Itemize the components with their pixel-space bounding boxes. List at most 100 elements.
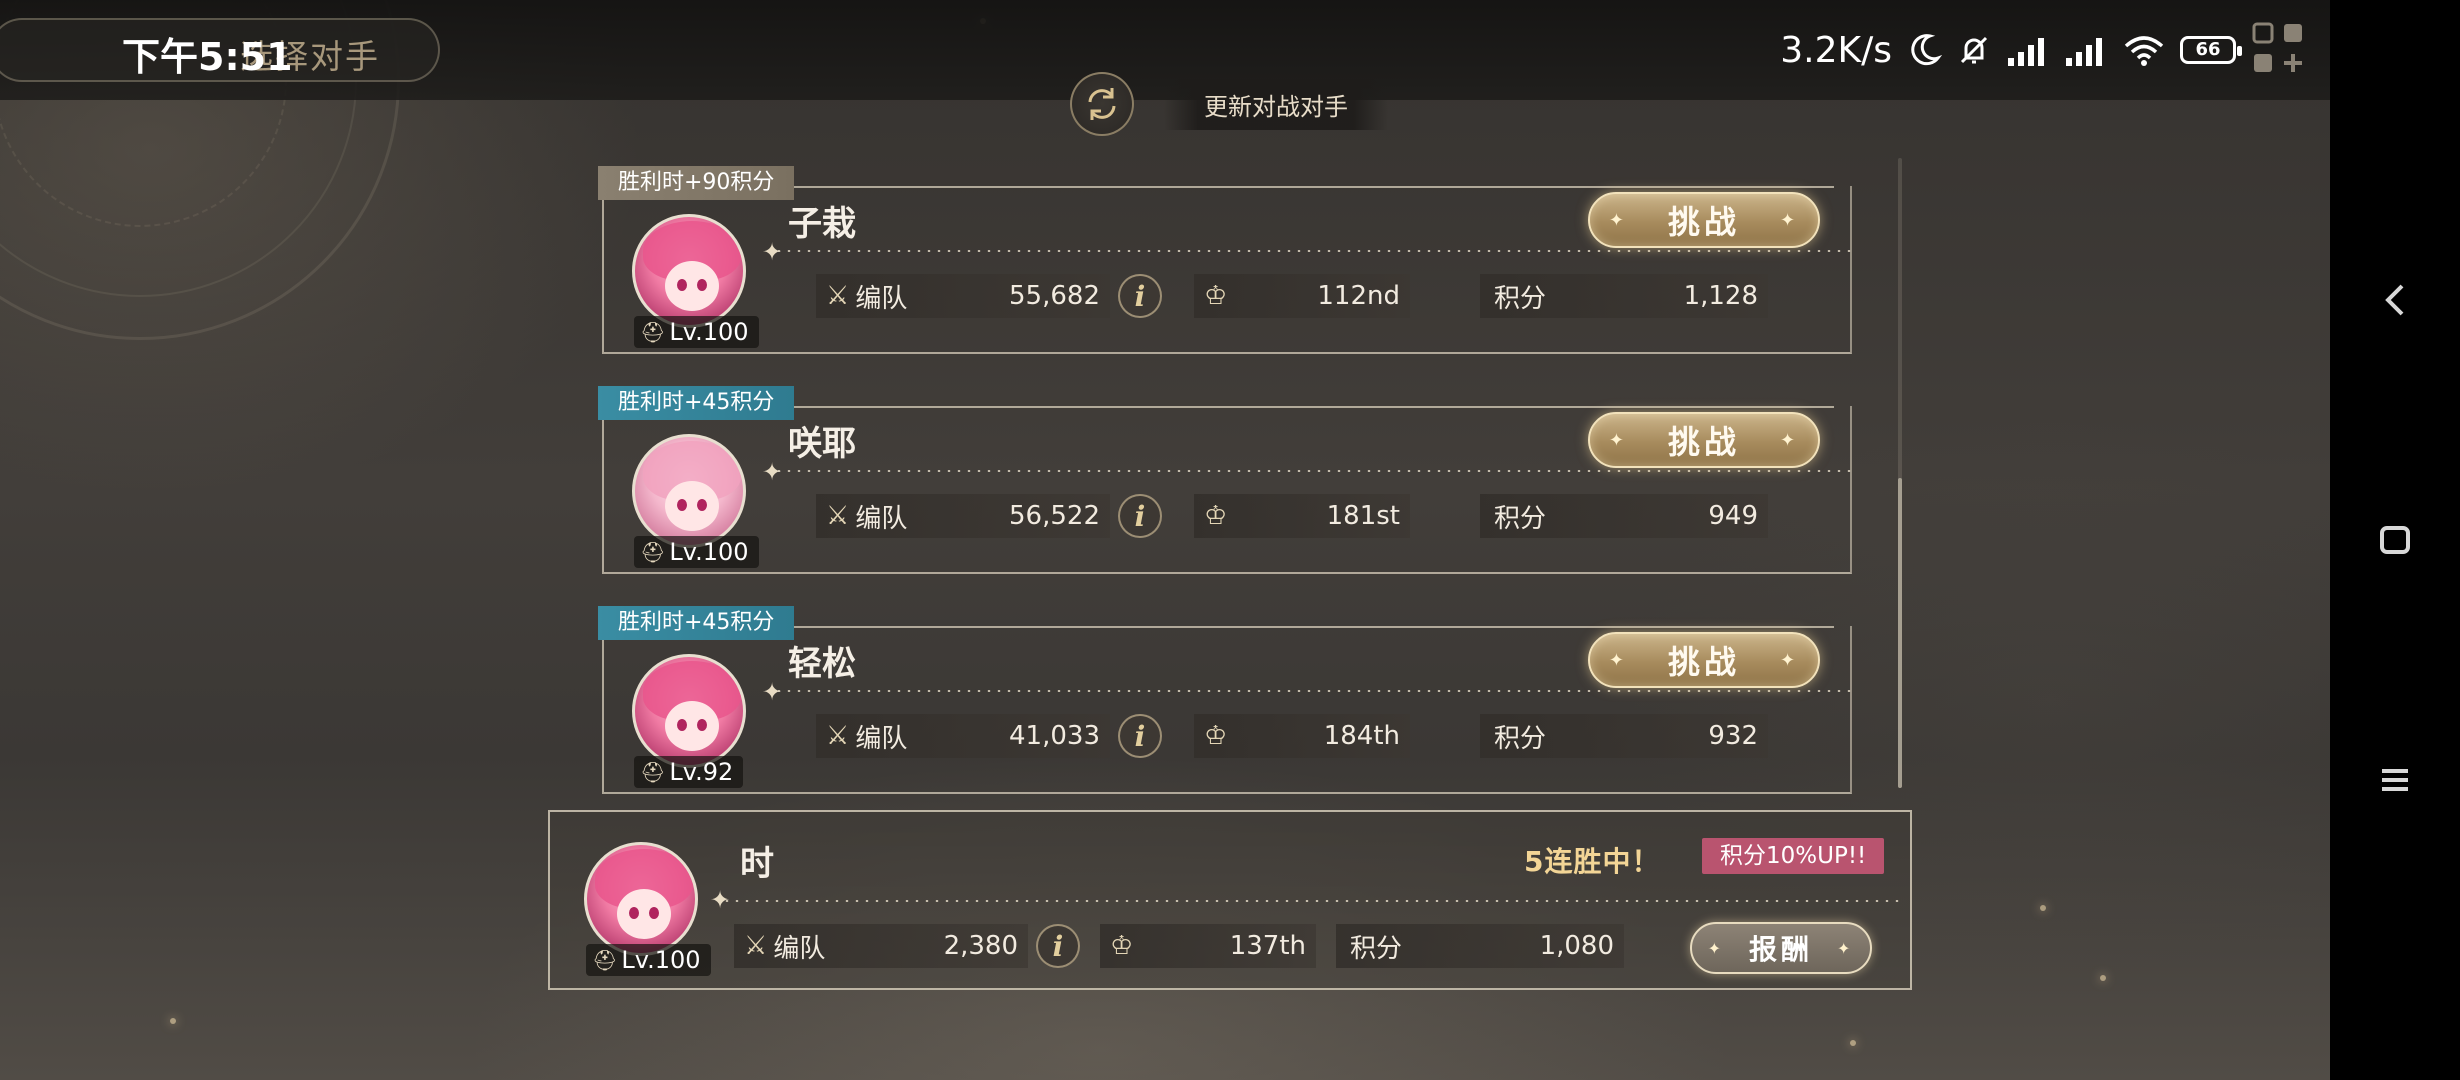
signal-icon-2 [2064, 32, 2108, 68]
level-text: Lv.92 [669, 758, 734, 786]
helmet-icon: ⛑ [640, 760, 666, 784]
team-power-value: 56,522 [1009, 501, 1100, 531]
sparkle-icon: ✦ [1608, 429, 1628, 451]
score-stat: 积分 1,080 [1336, 924, 1624, 968]
dotted-divider [774, 690, 1852, 692]
sparkle-icon: ✦ [1780, 209, 1800, 231]
refresh-icon[interactable] [1070, 72, 1134, 136]
opponent-card: 胜利时+45积分 ⛑ Lv.100 咲耶 ✦ ✦ 挑战 ✦ ⚔ 编队 56,522 i ♔… [598, 386, 1860, 576]
sparkle-icon: ✦ [762, 238, 783, 266]
sparkle-icon: ✦ [762, 458, 783, 486]
rank-value: 112nd [1317, 281, 1400, 311]
win-points-tag: 胜利时+45积分 [598, 386, 795, 420]
team-label: 编队 [773, 933, 826, 964]
crown-icon: ♔ [1204, 281, 1228, 311]
level-text: Lv.100 [621, 946, 701, 974]
scrollbar[interactable] [1898, 158, 1902, 788]
opponent-card: 胜利时+45积分 ⛑ Lv.92 轻松 ✦ ✦ 挑战 ✦ ⚔ 编队 41,033 i ♔ 1… [598, 606, 1860, 796]
score-value: 932 [1708, 721, 1758, 751]
score-label: 积分 [1350, 933, 1403, 964]
crossed-swords-icon: ⚔ [826, 501, 850, 531]
score-stat: 积分 949 [1480, 494, 1768, 538]
info-button[interactable]: i [1036, 924, 1080, 968]
game-screen: 选择对手 下午5:51 3.2K/s 66 更新对战对手 胜利时+90积分 ⛑ … [0, 0, 2330, 1080]
sparkle-icon: ✦ [1707, 938, 1725, 958]
player-name: 时 [740, 844, 774, 884]
sparkle-icon: ✦ [1780, 649, 1800, 671]
rank-stat: ♔ 184th [1194, 714, 1410, 758]
sparkle [2040, 905, 2046, 911]
team-power-value: 41,033 [1009, 721, 1100, 751]
level-text: Lv.100 [669, 318, 749, 346]
refresh-opponents[interactable]: 更新对战对手 [1070, 72, 1388, 136]
challenge-label: 挑战 [1667, 643, 1740, 681]
level-badge: ⛑ Lv.100 [586, 944, 711, 976]
rank-value: 181st [1326, 501, 1400, 531]
rank-stat: ♔ 181st [1194, 494, 1410, 538]
win-points-tag: 胜利时+45积分 [598, 606, 795, 640]
opponent-avatar[interactable] [632, 654, 746, 768]
helmet-icon: ⛑ [592, 948, 618, 972]
team-label: 编队 [855, 723, 908, 754]
helmet-icon: ⛑ [640, 320, 666, 344]
level-badge: ⛑ Lv.92 [634, 756, 744, 788]
level-text: Lv.100 [669, 538, 749, 566]
reward-button[interactable]: ✦ 报酬 ✦ [1690, 922, 1872, 974]
team-power-stat: ⚔ 编队 2,380 [734, 924, 1028, 968]
sparkle [1850, 1040, 1856, 1046]
info-button[interactable]: i [1118, 494, 1162, 538]
challenge-button[interactable]: ✦ 挑战 ✦ [1588, 412, 1820, 468]
opponent-name: 子栽 [788, 204, 856, 244]
info-button[interactable]: i [1118, 714, 1162, 758]
recents-menu-icon[interactable] [2360, 745, 2430, 815]
team-power-value: 2,380 [943, 931, 1018, 961]
level-badge: ⛑ Lv.100 [634, 316, 759, 348]
rank-value: 137th [1229, 931, 1306, 961]
rank-value: 184th [1323, 721, 1400, 751]
sparkle-icon: ✦ [1608, 209, 1628, 231]
back-icon[interactable] [2360, 265, 2430, 335]
refresh-label[interactable]: 更新对战对手 [1164, 78, 1388, 130]
opponent-avatar[interactable] [632, 434, 746, 548]
crown-icon: ♔ [1204, 501, 1228, 531]
opponent-name: 咲耶 [788, 424, 856, 464]
score-bonus-badge: 积分10%UP!! [1702, 838, 1885, 874]
score-stat: 积分 932 [1480, 714, 1768, 758]
crossed-swords-icon: ⚔ [826, 281, 850, 311]
menu-grid-icon[interactable] [2250, 20, 2310, 80]
status-time: 下午5:51 [122, 35, 293, 79]
level-badge: ⛑ Lv.100 [634, 536, 759, 568]
crossed-swords-icon: ⚔ [744, 931, 768, 961]
challenge-button[interactable]: ✦ 挑战 ✦ [1588, 632, 1820, 688]
crossed-swords-icon: ⚔ [826, 721, 850, 751]
score-label: 积分 [1494, 723, 1547, 754]
opponent-avatar[interactable] [632, 214, 746, 328]
reward-label: 报酬 [1748, 933, 1813, 966]
dotted-divider [722, 900, 1902, 902]
battery-icon: 66 [2180, 36, 2242, 64]
dotted-divider [774, 470, 1852, 472]
challenge-label: 挑战 [1667, 203, 1740, 241]
crown-icon: ♔ [1110, 931, 1134, 961]
home-icon[interactable] [2360, 505, 2430, 575]
signal-icon [2006, 32, 2050, 68]
dotted-divider [774, 250, 1852, 252]
challenge-label: 挑战 [1667, 423, 1740, 461]
team-label: 编队 [855, 503, 908, 534]
crown-icon: ♔ [1204, 721, 1228, 751]
challenge-button[interactable]: ✦ 挑战 ✦ [1588, 192, 1820, 248]
team-power-stat: ⚔ 编队 41,033 [816, 714, 1110, 758]
player-avatar[interactable] [584, 842, 698, 956]
wifi-icon [2122, 32, 2166, 68]
win-streak-text: 5连胜中！ [1524, 845, 1661, 878]
scrollbar-thumb[interactable] [1898, 478, 1902, 788]
sparkle-icon: ✦ [1608, 649, 1628, 671]
sparkle-icon: ✦ [1780, 429, 1800, 451]
score-value: 1,080 [1539, 931, 1614, 961]
score-value: 1,128 [1683, 281, 1758, 311]
info-button[interactable]: i [1118, 274, 1162, 318]
opponent-card: 胜利时+90积分 ⛑ Lv.100 子栽 ✦ ✦ 挑战 ✦ ⚔ 编队 55,682 i ♔… [598, 166, 1860, 356]
score-stat: 积分 1,128 [1480, 274, 1768, 318]
sparkle-icon: ✦ [762, 678, 783, 706]
network-speed: 3.2K/s [1780, 29, 1892, 71]
